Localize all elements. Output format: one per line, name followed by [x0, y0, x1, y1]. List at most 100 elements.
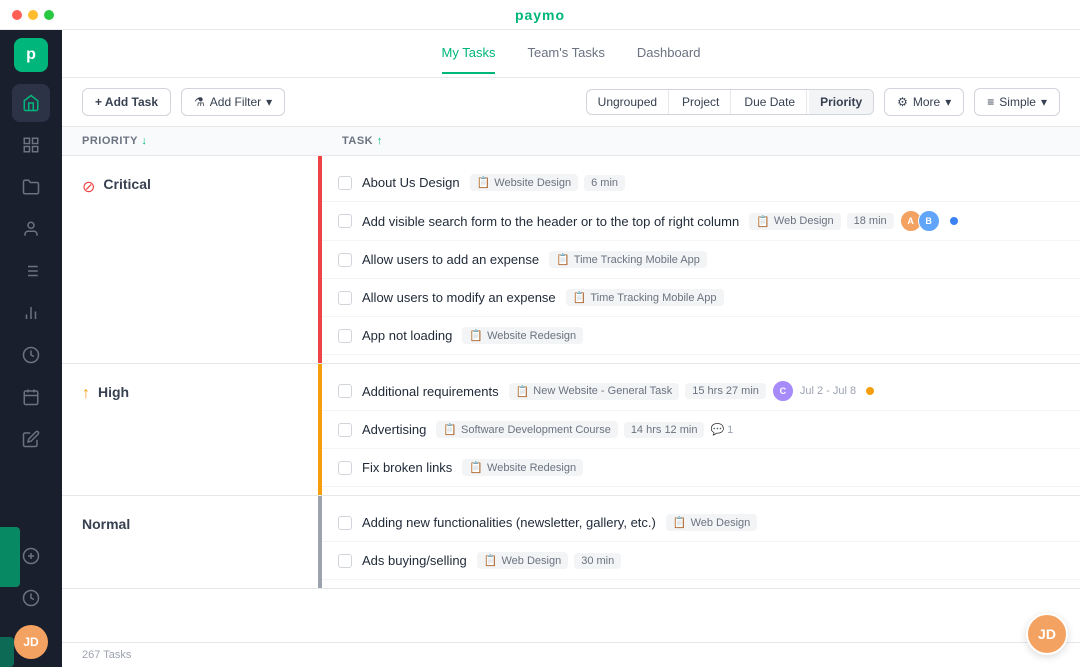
add-filter-button[interactable]: ⚗ Add Filter ▾ — [181, 88, 285, 116]
task-time: 18 min — [847, 213, 894, 229]
task-name: Allow users to modify an expense — [362, 290, 556, 305]
task-name: Ads buying/selling — [362, 553, 467, 568]
more-chevron: ▾ — [945, 95, 951, 109]
sidebar-item-tasks[interactable] — [12, 252, 50, 290]
task-checkbox[interactable] — [338, 516, 352, 530]
task-list: ⊘ Critical About Us Design 📋 Website Des… — [62, 156, 1080, 642]
filter-icon: ⚗ — [194, 95, 205, 109]
task-checkbox[interactable] — [338, 329, 352, 343]
sidebar-item-projects[interactable] — [12, 168, 50, 206]
sidebar-item-home[interactable] — [12, 84, 50, 122]
gear-icon: ⚙ — [897, 95, 908, 109]
table-row[interactable]: Fix broken links 📋 Website Redesign — [322, 449, 1080, 487]
task-checkbox[interactable] — [338, 176, 352, 190]
normal-tasks: Adding new functionalities (newsletter, … — [322, 496, 1080, 588]
toolbar: + Add Task ⚗ Add Filter ▾ Ungrouped Proj… — [62, 78, 1080, 127]
close-dot[interactable] — [12, 10, 22, 20]
add-task-label: + Add Task — [95, 95, 158, 109]
comment-icon: 💬 — [710, 423, 724, 436]
task-name: App not loading — [362, 328, 452, 343]
avatar: C — [772, 380, 794, 402]
add-filter-label: Add Filter — [210, 95, 261, 109]
tag-icon: 📋 — [516, 385, 530, 398]
tag-icon: 📋 — [443, 423, 457, 436]
priority-label-normal: Normal — [62, 496, 322, 588]
group-priority[interactable]: Priority — [809, 90, 873, 114]
app-logo: paymo — [515, 7, 565, 23]
task-avatars: C — [772, 380, 794, 402]
sidebar-item-reports[interactable] — [12, 126, 50, 164]
task-name: Advertising — [362, 422, 426, 437]
user-avatar[interactable]: JD — [14, 625, 48, 659]
critical-tasks: About Us Design 📋 Website Design 6 min A… — [322, 156, 1080, 363]
tag-icon: 📋 — [477, 176, 491, 189]
maximize-dot[interactable] — [44, 10, 54, 20]
priority-group-critical: ⊘ Critical About Us Design 📋 Website Des… — [62, 156, 1080, 364]
minimize-dot[interactable] — [28, 10, 38, 20]
group-due-date[interactable]: Due Date — [733, 90, 807, 114]
bottom-avatar[interactable]: JD — [1026, 613, 1068, 655]
header-task: TASK ↑ — [342, 135, 1060, 147]
decorative-bar-1 — [0, 527, 20, 587]
task-tag: 📋 New Website - General Task — [509, 383, 680, 400]
task-name: Adding new functionalities (newsletter, … — [362, 515, 656, 530]
tab-my-tasks[interactable]: My Tasks — [442, 33, 496, 74]
tab-dashboard[interactable]: Dashboard — [637, 33, 701, 74]
task-time: 15 hrs 27 min — [685, 383, 766, 399]
footer-bar: 267 Tasks — [62, 642, 1080, 667]
more-button[interactable]: ⚙ More ▾ — [884, 88, 964, 116]
sidebar-item-analytics[interactable] — [12, 294, 50, 332]
sidebar-brand: p — [14, 38, 48, 72]
normal-text: Normal — [82, 516, 130, 532]
simple-label: Simple — [999, 95, 1036, 109]
task-checkbox[interactable] — [338, 253, 352, 267]
task-checkbox[interactable] — [338, 461, 352, 475]
task-time: 14 hrs 12 min — [624, 422, 705, 438]
tag-icon: 📋 — [673, 516, 687, 529]
task-name: Additional requirements — [362, 384, 499, 399]
avatar: B — [918, 210, 940, 232]
nav-tabs: My Tasks Team's Tasks Dashboard — [62, 30, 1080, 78]
critical-text: Critical — [103, 176, 150, 192]
task-tag: 📋 Website Redesign — [462, 327, 583, 344]
tag-icon: 📋 — [573, 291, 587, 304]
task-name: Fix broken links — [362, 460, 452, 475]
task-tag: 📋 Web Design — [477, 552, 568, 569]
table-row[interactable]: About Us Design 📋 Website Design 6 min — [322, 164, 1080, 202]
tag-icon: 📋 — [484, 554, 498, 567]
group-project[interactable]: Project — [671, 90, 731, 114]
priority-group-normal: Normal Adding new functionalities (newsl… — [62, 496, 1080, 589]
task-checkbox[interactable] — [338, 554, 352, 568]
title-bar: paymo — [0, 0, 1080, 30]
table-row[interactable]: Adding new functionalities (newsletter, … — [322, 504, 1080, 542]
table-row[interactable]: Allow users to modify an expense 📋 Time … — [322, 279, 1080, 317]
sidebar-item-time[interactable] — [12, 336, 50, 374]
table-row[interactable]: Advertising 📋 Software Development Cours… — [322, 411, 1080, 449]
tag-icon: 📋 — [756, 215, 770, 228]
add-task-button[interactable]: + Add Task — [82, 88, 171, 116]
table-row[interactable]: Add visible search form to the header or… — [322, 202, 1080, 241]
task-checkbox[interactable] — [338, 291, 352, 305]
high-icon: ↑ — [82, 385, 90, 403]
task-name: Add visible search form to the header or… — [362, 214, 739, 229]
table-row[interactable]: Ads buying/selling 📋 Web Design 30 min — [322, 542, 1080, 580]
sidebar-item-calendar[interactable] — [12, 378, 50, 416]
table-row[interactable]: Allow users to add an expense 📋 Time Tra… — [322, 241, 1080, 279]
task-avatars: A B — [900, 210, 940, 232]
group-ungrouped[interactable]: Ungrouped — [587, 90, 669, 114]
task-tag: 📋 Time Tracking Mobile App — [549, 251, 707, 268]
task-tag: 📋 Website Design — [470, 174, 579, 191]
sidebar-item-edit[interactable] — [12, 420, 50, 458]
task-name: Allow users to add an expense — [362, 252, 539, 267]
priority-group-high: ↑ High Additional requirements 📋 New Web… — [62, 364, 1080, 496]
table-row[interactable]: App not loading 📋 Website Redesign — [322, 317, 1080, 355]
task-checkbox[interactable] — [338, 384, 352, 398]
group-buttons: Ungrouped Project Due Date Priority — [586, 89, 874, 115]
task-checkbox[interactable] — [338, 423, 352, 437]
simple-button[interactable]: ≡ Simple ▾ — [974, 88, 1060, 116]
status-dot — [866, 387, 874, 395]
tab-team-tasks[interactable]: Team's Tasks — [527, 33, 604, 74]
sidebar-item-clients[interactable] — [12, 210, 50, 248]
task-checkbox[interactable] — [338, 214, 352, 228]
table-row[interactable]: Additional requirements 📋 New Website - … — [322, 372, 1080, 411]
